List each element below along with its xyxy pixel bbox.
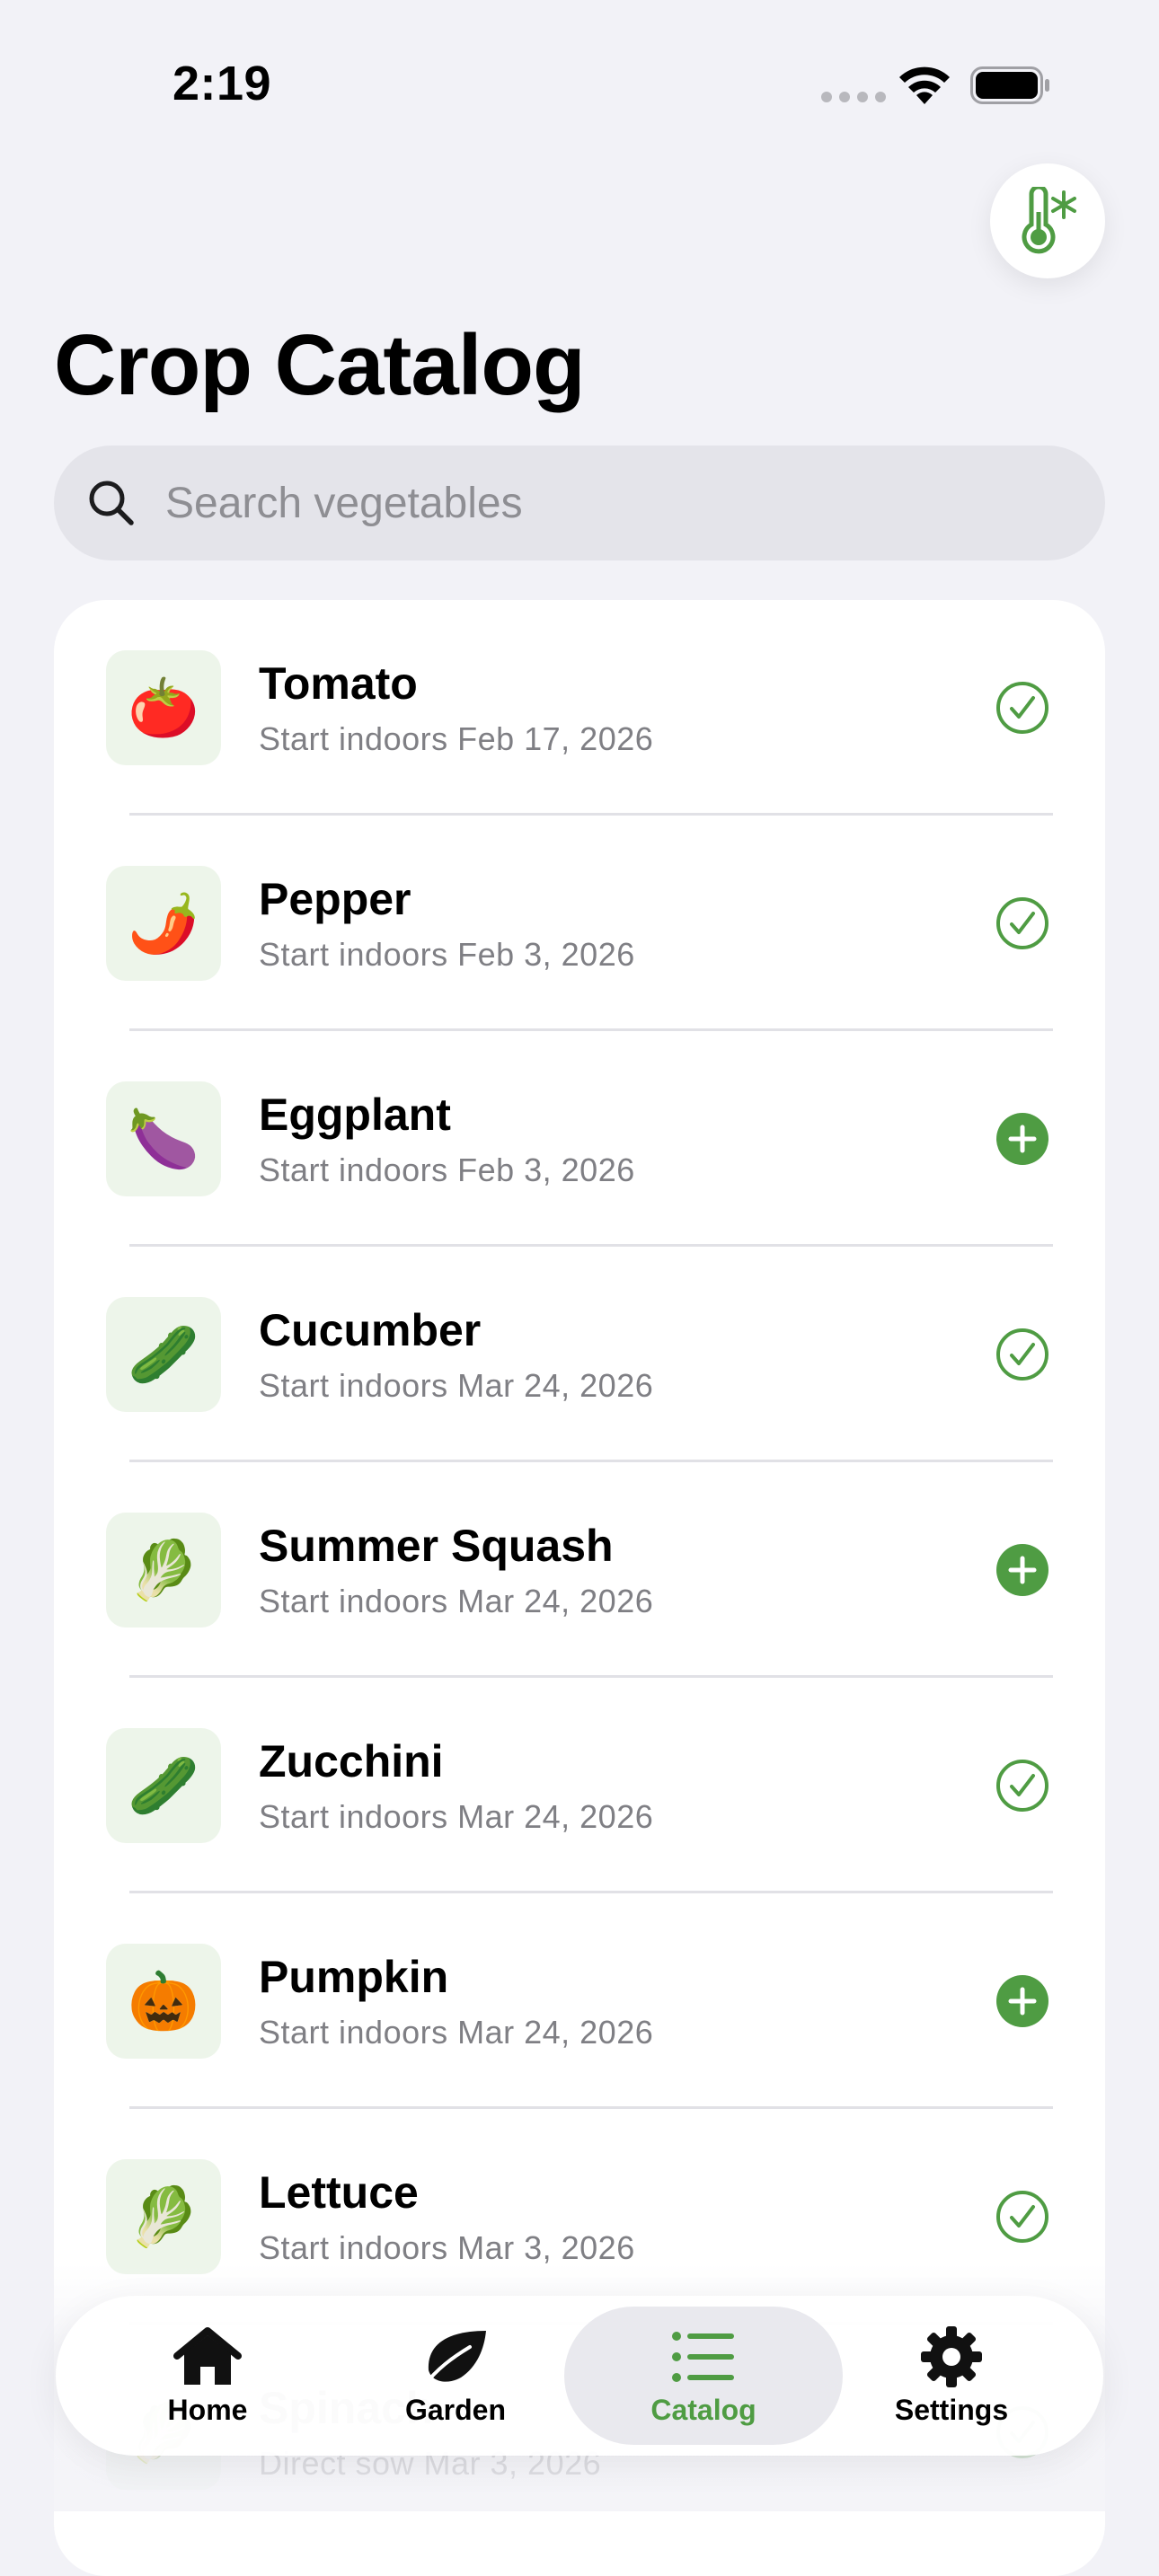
added-checkmark-button[interactable] <box>995 1759 1049 1813</box>
checkmark-circle-icon <box>996 897 1048 949</box>
page-title: Crop Catalog <box>54 317 586 413</box>
leaf-icon <box>421 2330 486 2388</box>
crop-row[interactable]: 🥒 Cucumber Start indoors Mar 24, 2026 <box>54 1247 1105 1462</box>
crop-name: Zucchini <box>259 1736 444 1786</box>
tab-label: Settings <box>894 2393 1009 2426</box>
crop-thumbnail: 🍅 <box>106 650 221 765</box>
tab-label: Catalog <box>650 2393 756 2426</box>
crop-start-date: Start indoors Feb 3, 2026 <box>259 936 635 973</box>
crop-start-date: Start indoors Mar 24, 2026 <box>259 2014 654 2051</box>
tab-home[interactable]: Home <box>68 2307 347 2445</box>
cellular-signal-icon <box>821 92 886 102</box>
checkmark-circle-icon <box>996 1328 1048 1381</box>
crop-name: Pepper <box>259 874 411 924</box>
house-icon <box>173 2326 242 2385</box>
crop-name: Eggplant <box>259 1090 451 1140</box>
tab-catalog[interactable]: Catalog <box>564 2307 843 2445</box>
crop-thumbnail: 🌶️ <box>106 866 221 981</box>
crop-row[interactable]: 🍆 Eggplant Start indoors Feb 3, 2026 <box>54 1031 1105 1247</box>
plus-circle-icon <box>996 1975 1048 2027</box>
crop-start-date: Start indoors Mar 3, 2026 <box>259 2229 635 2266</box>
crop-start-date: Start indoors Feb 17, 2026 <box>259 720 654 757</box>
add-crop-button[interactable] <box>995 1974 1049 2028</box>
crop-name: Cucumber <box>259 1305 482 1355</box>
added-checkmark-button[interactable] <box>995 2190 1049 2244</box>
plus-circle-icon <box>996 1544 1048 1596</box>
crop-row[interactable]: 🍅 Tomato Start indoors Feb 17, 2026 <box>54 600 1105 816</box>
crop-thumbnail: 🥬 <box>106 1513 221 1628</box>
crop-row[interactable]: 🥒 Zucchini Start indoors Mar 24, 2026 <box>54 1678 1105 1893</box>
add-crop-button[interactable] <box>995 1112 1049 1166</box>
crop-thumbnail: 🥒 <box>106 1728 221 1843</box>
crop-row[interactable]: 🎃 Pumpkin Start indoors Mar 24, 2026 <box>54 1893 1105 2109</box>
tab-label: Home <box>167 2393 248 2426</box>
crop-name: Lettuce <box>259 2167 419 2218</box>
tab-bar: Home Garden Catalog Settings <box>56 2296 1103 2456</box>
crop-name: Pumpkin <box>259 1952 449 2002</box>
search-bar[interactable] <box>54 446 1105 560</box>
crop-row[interactable]: 🥬 Lettuce Start indoors Mar 3, 2026 <box>54 2109 1105 2325</box>
crop-start-date: Start indoors Mar 24, 2026 <box>259 1583 654 1619</box>
crop-start-date: Start indoors Mar 24, 2026 <box>259 1798 654 1835</box>
added-checkmark-button[interactable] <box>995 896 1049 950</box>
wifi-icon <box>899 66 950 104</box>
tab-garden[interactable]: Garden <box>316 2307 595 2445</box>
crop-thumbnail: 🍆 <box>106 1081 221 1196</box>
tab-settings[interactable]: Settings <box>812 2307 1091 2445</box>
battery-icon <box>970 66 1049 104</box>
tab-label: Garden <box>404 2393 507 2426</box>
add-crop-button[interactable] <box>995 1543 1049 1597</box>
crop-name: Summer Squash <box>259 1521 614 1571</box>
crop-row[interactable]: 🌶️ Pepper Start indoors Feb 3, 2026 <box>54 816 1105 1031</box>
checkmark-circle-icon <box>996 682 1048 734</box>
list-icon <box>672 2331 734 2382</box>
status-time: 2:19 <box>173 57 272 110</box>
gear-icon <box>921 2325 982 2387</box>
crop-start-date: Start indoors Mar 24, 2026 <box>259 1367 654 1404</box>
thermometer-snowflake-icon <box>1022 187 1076 254</box>
crop-list: 🍅 Tomato Start indoors Feb 17, 2026 🌶️ Peppe… <box>54 600 1105 2576</box>
climate-button[interactable] <box>990 163 1105 278</box>
search-icon <box>86 478 137 528</box>
checkmark-circle-icon <box>996 1760 1048 1812</box>
crop-start-date: Start indoors Feb 3, 2026 <box>259 1151 635 1188</box>
crop-thumbnail: 🥒 <box>106 1297 221 1412</box>
crop-row[interactable]: 🥬 Summer Squash Start indoors Mar 24, 2026 <box>54 1462 1105 1678</box>
search-input[interactable] <box>164 477 976 529</box>
plus-circle-icon <box>996 1113 1048 1165</box>
checkmark-circle-icon <box>996 2191 1048 2243</box>
added-checkmark-button[interactable] <box>995 681 1049 735</box>
added-checkmark-button[interactable] <box>995 1328 1049 1381</box>
crop-thumbnail: 🎃 <box>106 1944 221 2059</box>
crop-thumbnail: 🥬 <box>106 2159 221 2274</box>
crop-name: Tomato <box>259 658 418 709</box>
